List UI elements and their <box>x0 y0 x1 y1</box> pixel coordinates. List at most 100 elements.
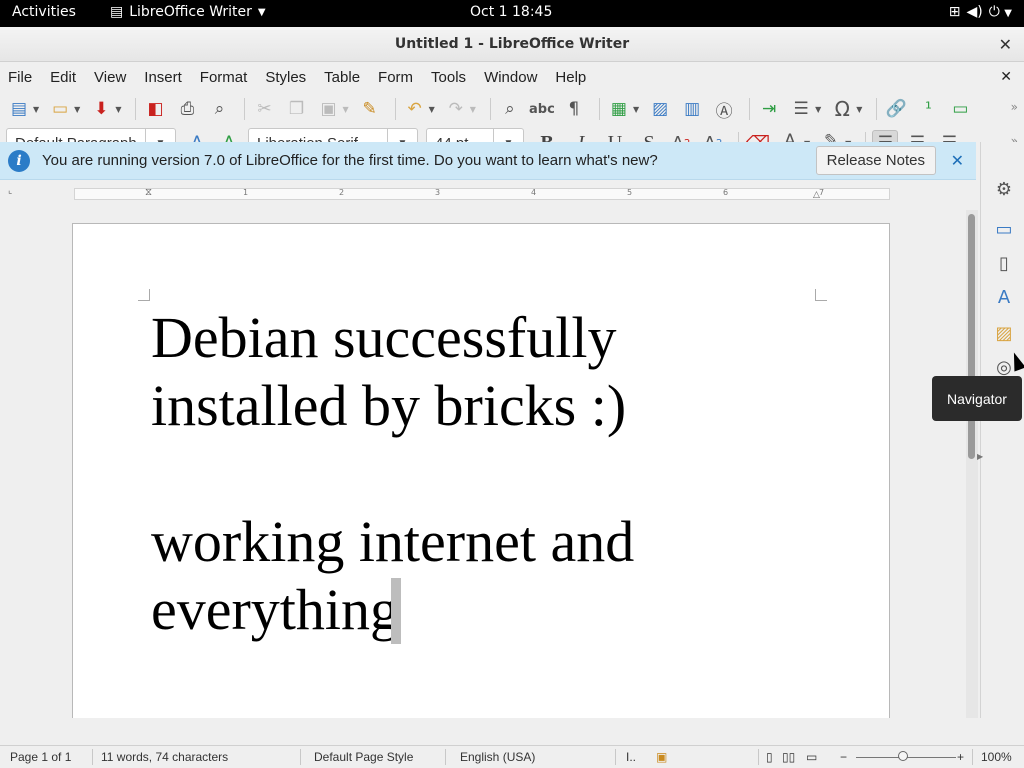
sidebar-deck: ⚙ ▭ ▯ A ▨ ◎ ▶ <box>977 142 1024 718</box>
insert-textbox-icon[interactable]: Ⓐ <box>711 96 737 122</box>
info-message: You are running version 7.0 of LibreOffi… <box>42 152 658 169</box>
page-style-status[interactable]: Default Page Style <box>314 750 413 764</box>
zoom-slider-handle[interactable] <box>898 751 908 761</box>
spelling-icon[interactable]: abc <box>529 96 555 122</box>
multi-page-view-icon[interactable]: ▯▯ <box>782 750 795 764</box>
toolbar-overflow-icon[interactable]: » <box>1011 100 1018 114</box>
paste-dropdown-icon[interactable]: ▼ <box>342 105 348 114</box>
ruler-number: 2 <box>339 188 345 197</box>
document-paragraph[interactable] <box>151 440 711 508</box>
power-icon: ⏻ ▼ <box>988 4 1012 20</box>
tab-stop-icon[interactable]: ⌞ <box>8 186 12 196</box>
special-char-dropdown-icon[interactable]: ▼ <box>856 105 862 114</box>
document-canvas[interactable]: Debian successfully installed by bricks … <box>0 210 966 718</box>
redo-icon[interactable]: ↷ <box>443 96 469 122</box>
release-notes-button[interactable]: Release Notes <box>815 146 936 175</box>
right-indent-marker-icon[interactable]: △ <box>813 190 820 200</box>
app-menu[interactable]: ▤ LibreOffice Writer ▼ <box>110 4 266 20</box>
menu-format[interactable]: Format <box>200 69 248 86</box>
undo-dropdown-icon[interactable]: ▼ <box>429 105 435 114</box>
insert-chart-icon[interactable]: ▥ <box>679 96 705 122</box>
new-dropdown-icon[interactable]: ▼ <box>33 105 39 114</box>
zoom-in-button[interactable]: + <box>957 750 964 764</box>
scrollbar-thumb[interactable] <box>968 214 975 459</box>
language-status[interactable]: English (USA) <box>460 750 535 764</box>
close-document-icon[interactable]: ✕ <box>1000 68 1012 85</box>
ruler-number: 5 <box>627 188 633 197</box>
menu-insert[interactable]: Insert <box>144 69 182 86</box>
gnome-top-bar: Activities ▤ LibreOffice Writer ▼ Oct 1 … <box>0 0 1024 27</box>
document-modified-icon[interactable]: ▣ <box>656 750 667 764</box>
paste-icon[interactable]: ▣ <box>315 96 341 122</box>
insert-comment-icon[interactable]: ▭ <box>947 96 973 122</box>
page-icon[interactable]: ▯ <box>991 250 1017 276</box>
menu-form[interactable]: Form <box>378 69 413 86</box>
system-tray[interactable]: ⊞ ◀) ⏻ ▼ <box>949 4 1012 20</box>
special-character-icon[interactable]: Ω <box>829 96 855 122</box>
document-body[interactable]: Debian successfully installed by bricks … <box>151 304 711 644</box>
open-folder-icon[interactable]: ▭ <box>47 96 73 122</box>
styles-icon[interactable]: A <box>991 284 1017 310</box>
menu-file[interactable]: File <box>8 69 32 86</box>
cut-icon[interactable]: ✂ <box>251 96 277 122</box>
menu-window[interactable]: Window <box>484 69 537 86</box>
window-titlebar: Untitled 1 - LibreOffice Writer ✕ <box>0 27 1024 62</box>
menu-edit[interactable]: Edit <box>50 69 76 86</box>
status-divider <box>92 749 93 765</box>
insert-image-icon[interactable]: ▨ <box>647 96 673 122</box>
hyperlink-icon[interactable]: 🔗 <box>883 96 909 122</box>
info-bar: i You are running version 7.0 of LibreOf… <box>0 142 976 180</box>
find-replace-icon[interactable]: ⌕ <box>497 96 523 122</box>
properties-icon[interactable]: ▭ <box>991 216 1017 242</box>
print-preview-icon[interactable]: ⌕ <box>206 96 232 122</box>
toolbar-divider <box>489 98 491 120</box>
export-pdf-icon[interactable]: ◧ <box>142 96 168 122</box>
toolbar-divider <box>244 98 246 120</box>
document-page[interactable]: Debian successfully installed by bricks … <box>72 223 890 718</box>
insert-table-icon[interactable]: ▦ <box>606 96 632 122</box>
close-window-icon[interactable]: ✕ <box>999 35 1012 54</box>
gallery-icon[interactable]: ▨ <box>991 320 1017 346</box>
footnote-icon[interactable]: ¹ <box>915 96 941 122</box>
save-icon[interactable]: ⬇ <box>88 96 114 122</box>
save-dropdown-icon[interactable]: ▼ <box>115 105 121 114</box>
table-dropdown-icon[interactable]: ▼ <box>633 105 639 114</box>
menu-tools[interactable]: Tools <box>431 69 466 86</box>
menu-styles[interactable]: Styles <box>265 69 306 86</box>
menu-help[interactable]: Help <box>555 69 586 86</box>
print-icon[interactable]: ⎙ <box>174 96 200 122</box>
clone-formatting-icon[interactable]: ✎ <box>357 96 383 122</box>
sidebar-collapse-icon[interactable]: ▶ <box>977 452 983 461</box>
sidebar-settings-icon[interactable]: ⚙ <box>991 176 1017 202</box>
insert-field-icon[interactable]: ☰ <box>788 96 814 122</box>
word-count-status[interactable]: 11 words, 74 characters <box>101 750 228 764</box>
book-view-icon[interactable]: ▭ <box>806 750 817 764</box>
redo-dropdown-icon[interactable]: ▼ <box>470 105 476 114</box>
zoom-level[interactable]: 100% <box>981 750 1012 764</box>
field-dropdown-icon[interactable]: ▼ <box>815 105 821 114</box>
formatting-marks-icon[interactable]: ¶ <box>561 96 587 122</box>
page-number-status[interactable]: Page 1 of 1 <box>10 750 71 764</box>
single-page-view-icon[interactable]: ▯ <box>766 750 773 764</box>
volume-icon: ◀) <box>966 4 983 20</box>
clock[interactable]: Oct 1 18:45 <box>470 4 552 20</box>
horizontal-ruler[interactable]: ⌞ 1 2 3 4 5 6 7 ⧖ △ <box>0 180 966 210</box>
page-break-icon[interactable]: ⇥ <box>756 96 782 122</box>
menu-bar: File Edit View Insert Format Styles Tabl… <box>0 62 1024 92</box>
activities-button[interactable]: Activities <box>12 4 76 20</box>
menu-table[interactable]: Table <box>324 69 360 86</box>
ruler-track[interactable]: 1 2 3 4 5 6 7 ⧖ △ <box>74 187 890 200</box>
document-paragraph[interactable]: working internet and everything <box>151 508 711 644</box>
network-icon: ⊞ <box>948 4 961 20</box>
close-infobar-icon[interactable]: ✕ <box>951 151 964 171</box>
zoom-out-button[interactable]: − <box>840 750 847 764</box>
selection-mode-icon[interactable]: I.. <box>626 750 636 764</box>
undo-icon[interactable]: ↶ <box>402 96 428 122</box>
open-dropdown-icon[interactable]: ▼ <box>74 105 80 114</box>
menu-view[interactable]: View <box>94 69 126 86</box>
new-document-icon[interactable]: ▤ <box>6 96 32 122</box>
document-paragraph[interactable]: Debian successfully installed by bricks … <box>151 304 711 440</box>
left-indent-marker-icon[interactable]: ⧖ <box>145 187 152 198</box>
copy-icon[interactable]: ❐ <box>283 96 309 122</box>
vertical-scrollbar[interactable] <box>966 210 978 718</box>
